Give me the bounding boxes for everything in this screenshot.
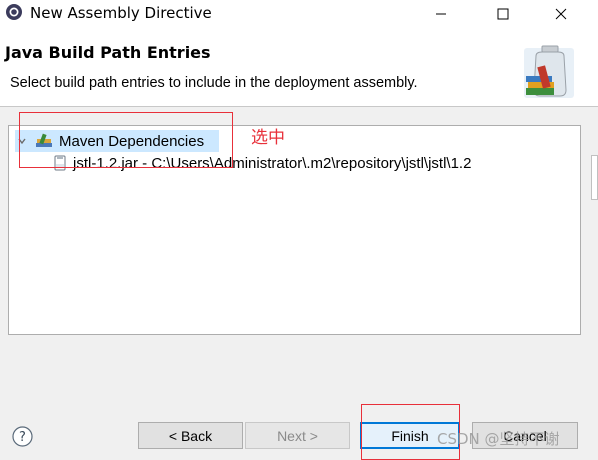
help-icon[interactable]: ? <box>12 426 33 447</box>
maximize-button[interactable] <box>480 0 526 28</box>
eclipse-app-icon <box>6 4 22 20</box>
window-title: New Assembly Directive <box>30 4 212 22</box>
watermark: CSDN @坚持不谢 <box>437 430 560 448</box>
maximize-icon <box>497 8 509 20</box>
annotation-highlight-box <box>19 112 233 168</box>
back-button[interactable]: < Back <box>138 422 243 449</box>
background-window-edge <box>591 155 598 200</box>
jar-library-wizard-icon <box>524 45 574 98</box>
wizard-header: Java Build Path Entries Select build pat… <box>0 28 598 107</box>
page-title: Java Build Path Entries <box>5 43 211 62</box>
next-button[interactable]: Next > <box>245 422 350 449</box>
minimize-button[interactable] <box>418 0 464 28</box>
page-description: Select build path entries to include in … <box>10 75 418 91</box>
svg-text:?: ? <box>19 430 26 445</box>
title-bar: New Assembly Directive <box>0 0 598 28</box>
minimize-icon <box>436 13 446 15</box>
close-button[interactable] <box>538 0 584 28</box>
close-icon <box>555 8 567 20</box>
annotation-label: 选中 <box>251 128 285 148</box>
